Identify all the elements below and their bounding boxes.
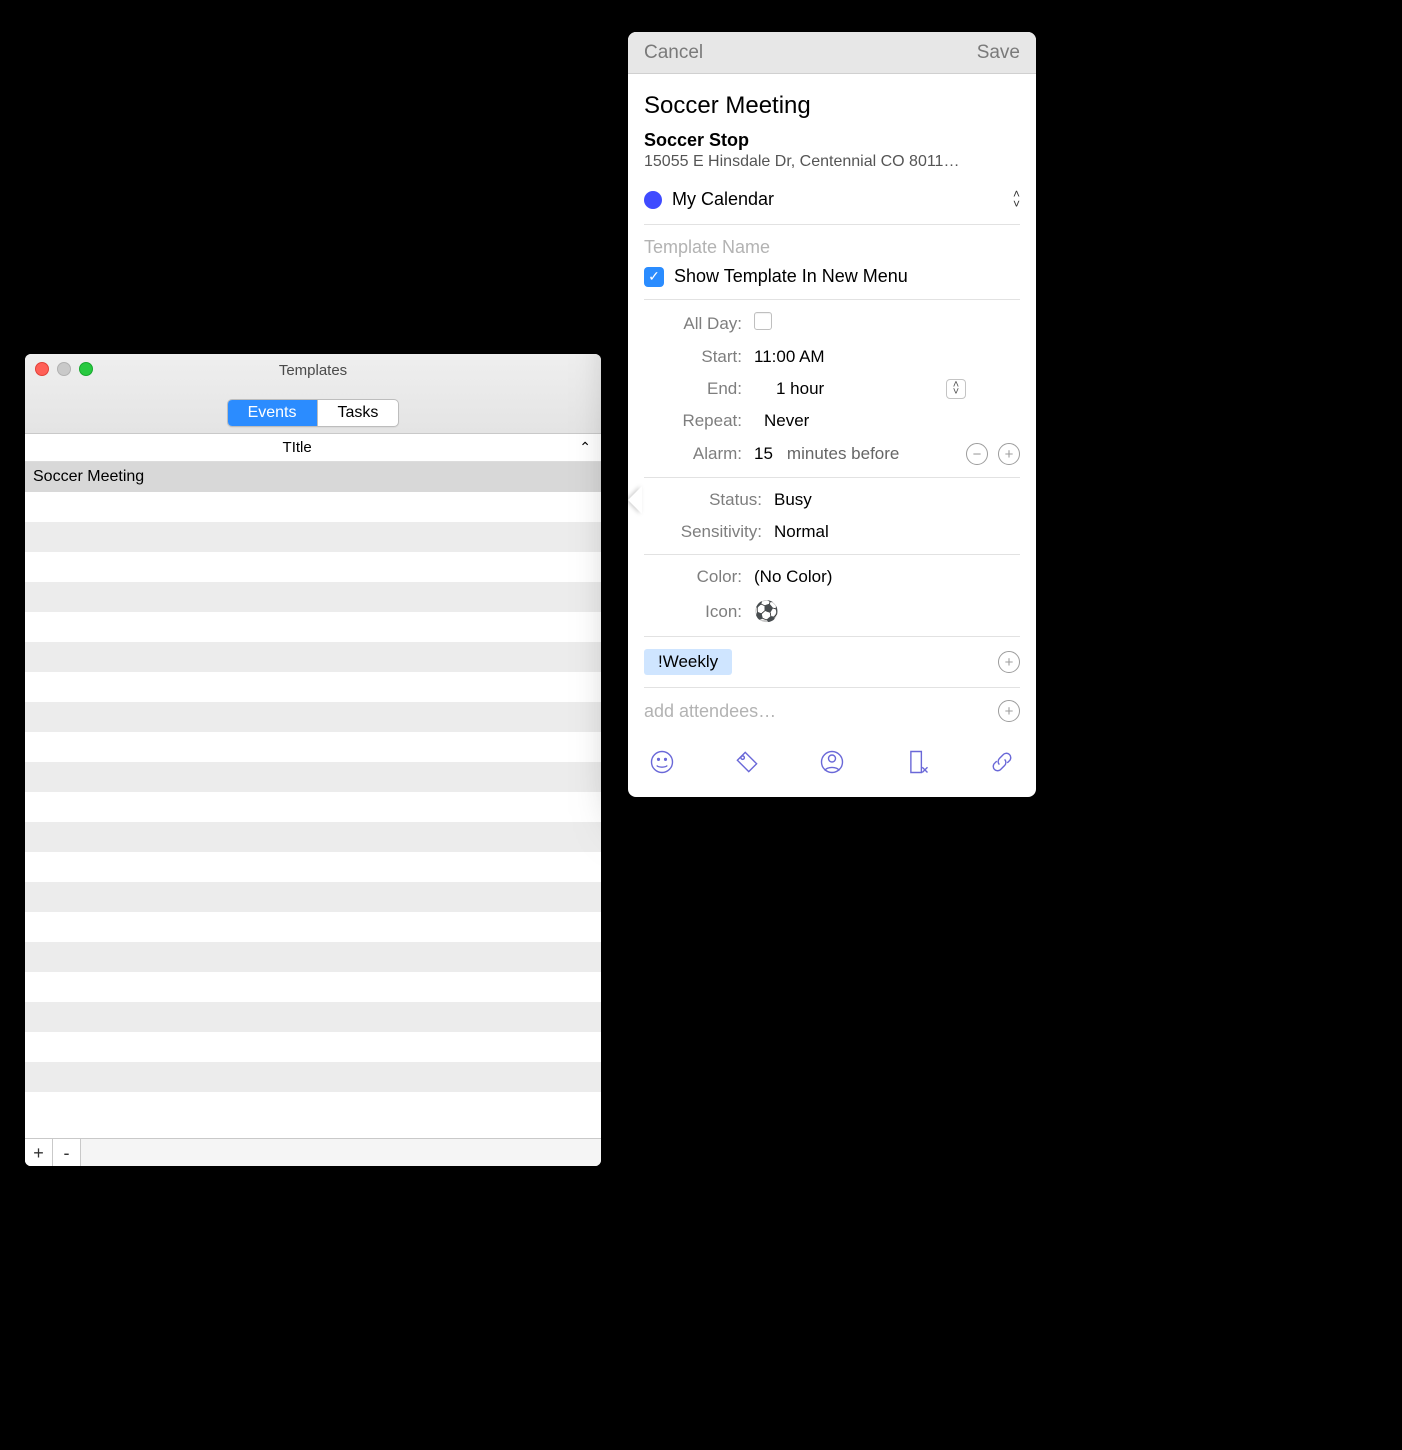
sort-chevron-icon[interactable]: ⌃ [569, 439, 601, 456]
tags-section: !Weekly + [644, 637, 1020, 688]
list-footer: + - [25, 1138, 601, 1166]
table-row[interactable] [25, 852, 601, 882]
cancel-button[interactable]: Cancel [644, 42, 703, 64]
template-name-field[interactable]: Template Name [644, 237, 1020, 258]
window-minimize-button[interactable] [57, 362, 71, 376]
calendar-name: My Calendar [672, 189, 774, 210]
column-title: TItle [25, 439, 569, 456]
table-row[interactable] [25, 582, 601, 612]
templates-window: Templates Events Tasks TItle ⌃ Soccer Me… [25, 354, 601, 1166]
end-label: End: [644, 379, 754, 399]
templates-list: Soccer Meeting [25, 462, 601, 1138]
window-close-button[interactable] [35, 362, 49, 376]
table-row[interactable] [25, 702, 601, 732]
duration-stepper[interactable]: ˄˅ [946, 379, 966, 398]
remove-template-button[interactable]: - [53, 1139, 81, 1166]
attendees-field[interactable]: add attendees… [644, 701, 776, 722]
color-label: Color: [644, 567, 754, 587]
table-row[interactable]: Soccer Meeting [25, 462, 601, 492]
all-day-checkbox[interactable] [754, 312, 772, 330]
save-button[interactable]: Save [977, 42, 1020, 64]
timing-section: All Day: Start: 11:00 AM End: 1 hour ˄˅ … [644, 300, 1020, 478]
table-row[interactable] [25, 1032, 601, 1062]
tag-icon[interactable] [733, 748, 761, 781]
status-label: Status: [644, 490, 774, 510]
tab-tasks[interactable]: Tasks [317, 400, 399, 426]
table-row[interactable] [25, 942, 601, 972]
add-attendee-button[interactable]: + [998, 700, 1020, 722]
sensitivity-value[interactable]: Normal [774, 522, 1020, 542]
location-address[interactable]: 15055 E Hinsdale Dr, Centennial CO 8011… [644, 153, 1020, 171]
list-column-header[interactable]: TItle ⌃ [25, 434, 601, 462]
start-label: Start: [644, 347, 754, 367]
event-editor-popover: Cancel Save Soccer Meeting Soccer Stop 1… [628, 32, 1036, 797]
status-value[interactable]: Busy [774, 490, 1020, 510]
sensitivity-label: Sensitivity: [644, 522, 774, 542]
calendar-picker[interactable]: My Calendar ˄˅ [644, 185, 1020, 225]
updown-icon[interactable]: ˄˅ [1013, 190, 1020, 209]
show-in-menu-row[interactable]: ✓ Show Template In New Menu [644, 266, 1020, 287]
popover-bottom-toolbar [628, 734, 1036, 797]
status-section: Status: Busy Sensitivity: Normal [644, 478, 1020, 555]
attendee-icon[interactable] [818, 748, 846, 781]
table-row[interactable] [25, 1092, 601, 1122]
template-section: Template Name ✓ Show Template In New Men… [644, 225, 1020, 300]
note-icon[interactable] [903, 748, 931, 781]
location-name[interactable]: Soccer Stop [644, 130, 1020, 151]
tag-chip[interactable]: !Weekly [644, 649, 732, 675]
tab-events[interactable]: Events [228, 400, 317, 426]
show-in-menu-checkbox[interactable]: ✓ [644, 267, 664, 287]
end-value[interactable]: 1 hour [754, 379, 946, 399]
table-row[interactable] [25, 732, 601, 762]
table-row[interactable] [25, 822, 601, 852]
table-row[interactable] [25, 492, 601, 522]
emoji-icon[interactable] [648, 748, 676, 781]
alarm-unit[interactable]: minutes before [787, 444, 899, 464]
alarm-value[interactable]: 15 [754, 444, 773, 464]
attendees-section: add attendees… + [644, 688, 1020, 734]
color-value[interactable]: (No Color) [754, 567, 1020, 587]
repeat-label: Repeat: [644, 411, 754, 431]
chevron-down-icon[interactable]: ˅ [953, 389, 959, 396]
table-row[interactable] [25, 672, 601, 702]
appearance-section: Color: (No Color) Icon: ⚽ [644, 555, 1020, 637]
window-title: Templates [25, 354, 601, 379]
template-type-segmented: Events Tasks [227, 399, 400, 427]
add-template-button[interactable]: + [25, 1139, 53, 1166]
popover-toolbar: Cancel Save [628, 32, 1036, 74]
add-tag-button[interactable]: + [998, 651, 1020, 673]
window-titlebar: Templates Events Tasks [25, 354, 601, 434]
table-row[interactable] [25, 792, 601, 822]
table-row[interactable] [25, 762, 601, 792]
table-row[interactable] [25, 972, 601, 1002]
table-row[interactable] [25, 642, 601, 672]
table-row[interactable] [25, 522, 601, 552]
calendar-color-dot-icon [644, 191, 662, 209]
window-controls [35, 362, 93, 376]
remove-alarm-button[interactable]: − [966, 443, 988, 465]
table-row[interactable] [25, 912, 601, 942]
event-title[interactable]: Soccer Meeting [644, 92, 1020, 120]
all-day-label: All Day: [644, 314, 754, 334]
icon-value[interactable]: ⚽ [754, 599, 1020, 624]
link-icon[interactable] [988, 748, 1016, 781]
icon-label: Icon: [644, 602, 754, 622]
table-row[interactable] [25, 612, 601, 642]
table-row[interactable] [25, 552, 601, 582]
start-value[interactable]: 11:00 AM [754, 347, 946, 367]
alarm-label: Alarm: [644, 444, 754, 464]
repeat-value[interactable]: Never [754, 411, 946, 431]
add-alarm-button[interactable]: + [998, 443, 1020, 465]
table-row[interactable] [25, 1002, 601, 1032]
table-row[interactable] [25, 882, 601, 912]
table-row[interactable] [25, 1062, 601, 1092]
window-zoom-button[interactable] [79, 362, 93, 376]
show-in-menu-label: Show Template In New Menu [674, 266, 908, 287]
